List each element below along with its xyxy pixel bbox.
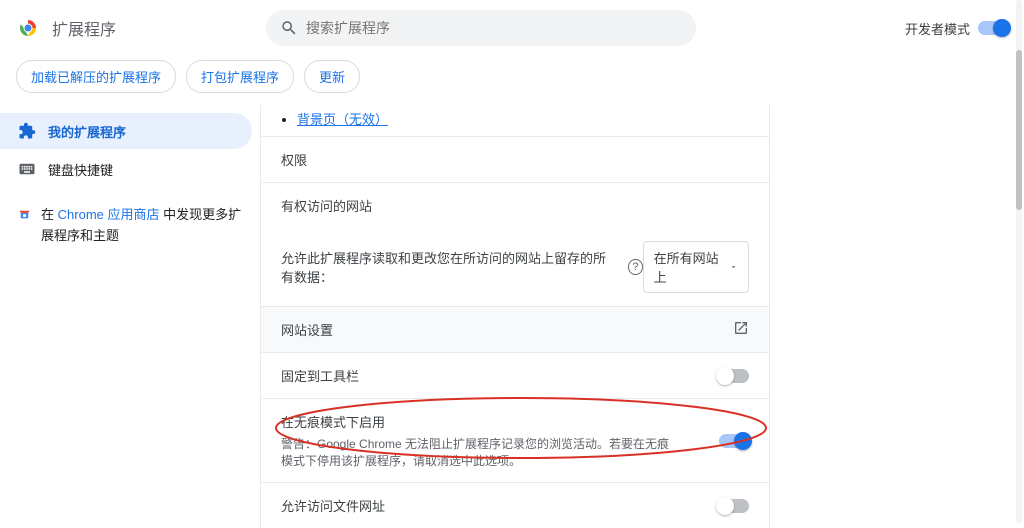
- incognito-title: 在无痕模式下启用: [281, 412, 681, 431]
- inspect-background-link[interactable]: 背景页（无效）: [297, 112, 388, 127]
- search-bar[interactable]: [266, 10, 696, 46]
- extension-icon: [18, 122, 36, 140]
- page-title: 扩展程序: [52, 16, 116, 40]
- site-access-select[interactable]: 在所有网站上: [643, 241, 749, 293]
- chrome-logo-icon: [16, 16, 40, 40]
- permissions-heading: 权限: [281, 150, 307, 169]
- update-button[interactable]: 更新: [304, 60, 360, 93]
- site-settings-label: 网站设置: [281, 320, 333, 339]
- sidebar-item-shortcuts[interactable]: 键盘快捷键: [0, 151, 252, 187]
- webstore-icon: [18, 205, 31, 223]
- site-access-heading: 有权访问的网站: [281, 196, 372, 215]
- webstore-link[interactable]: Chrome 应用商店: [58, 207, 160, 222]
- detail-panel: 背景页（无效） 权限 有权访问的网站 允许此扩展程序读取和更改您在所访问的网站上…: [260, 105, 770, 528]
- search-input[interactable]: [306, 20, 682, 36]
- search-icon: [280, 19, 298, 37]
- open-in-new-button[interactable]: [733, 320, 749, 339]
- pin-toolbar-toggle[interactable]: [719, 369, 749, 383]
- scrollbar-thumb[interactable]: [1016, 50, 1022, 210]
- incognito-warning: 警告：Google Chrome 无法阻止扩展程序记录您的浏览活动。若要在无痕模…: [281, 435, 681, 469]
- file-url-toggle[interactable]: [719, 499, 749, 513]
- help-icon[interactable]: ?: [628, 259, 643, 275]
- devmode-label: 开发者模式: [905, 19, 970, 38]
- chevron-down-icon: [729, 262, 738, 272]
- discover-note: 在 Chrome 应用商店 中发现更多扩展程序和主题: [0, 189, 260, 263]
- file-url-label: 允许访问文件网址: [281, 496, 385, 515]
- pin-toolbar-label: 固定到工具栏: [281, 366, 359, 385]
- incognito-toggle[interactable]: [719, 434, 749, 448]
- site-access-desc: 允许此扩展程序读取和更改您在所访问的网站上留存的所有数据：: [281, 248, 618, 286]
- sidebar-item-my-extensions[interactable]: 我的扩展程序: [0, 113, 252, 149]
- sidebar-item-label: 我的扩展程序: [48, 122, 126, 141]
- sidebar-item-label: 键盘快捷键: [48, 160, 113, 179]
- keyboard-icon: [18, 160, 36, 178]
- pack-extension-button[interactable]: 打包扩展程序: [186, 60, 294, 93]
- devmode-toggle[interactable]: [978, 21, 1008, 35]
- load-unpacked-button[interactable]: 加载已解压的扩展程序: [16, 60, 176, 93]
